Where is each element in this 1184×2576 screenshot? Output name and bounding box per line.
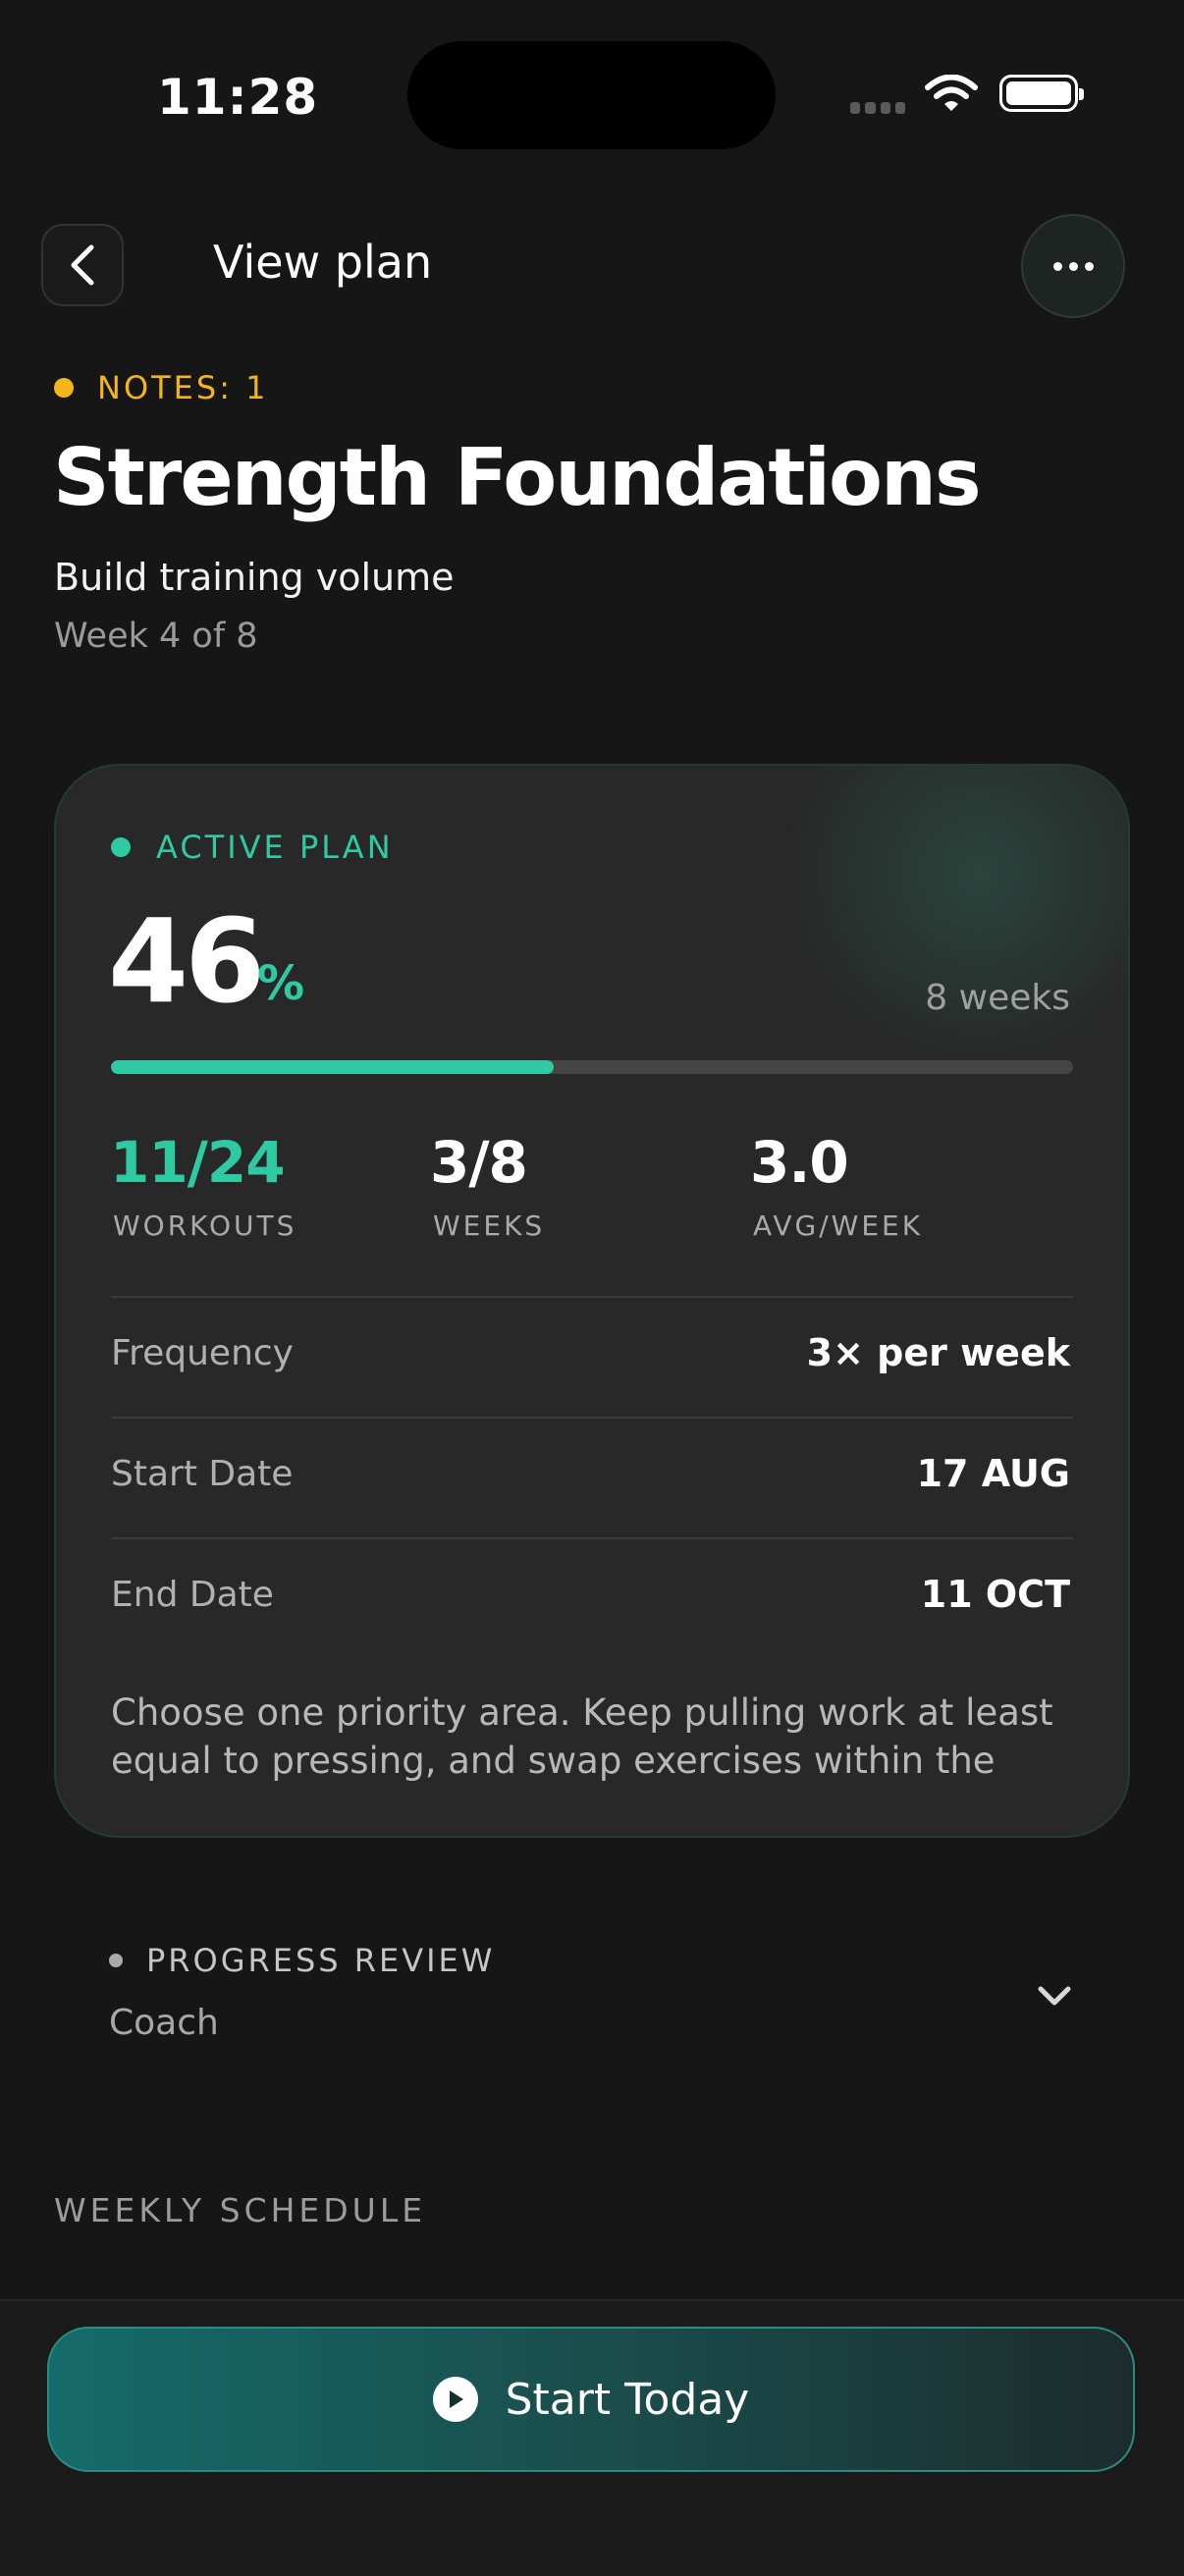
progress-percent: 46 [108, 893, 265, 1029]
more-options-button[interactable] [1021, 214, 1125, 318]
status-label: ACTIVE PLAN [156, 829, 394, 866]
notes-label: NOTES: 1 [97, 369, 269, 406]
end-date-value: 11 OCT [920, 1573, 1070, 1616]
review-title: PROGRESS REVIEW [146, 1942, 496, 1979]
plan-duration: 8 weeks [925, 978, 1070, 1018]
chevron-left-icon [71, 244, 94, 286]
page-title: View plan [213, 236, 433, 289]
start-date-label: Start Date [111, 1454, 294, 1494]
stat-weeks-label: WEEKS [433, 1209, 546, 1242]
end-date-label: End Date [111, 1575, 274, 1615]
play-icon [432, 2377, 478, 2422]
stat-avg-value: 3.0 [750, 1129, 849, 1196]
divider [111, 1537, 1073, 1539]
more-icon-dot [1084, 261, 1094, 271]
status-badge: ACTIVE PLAN [111, 829, 394, 866]
progress-review-header[interactable]: PROGRESS REVIEW [109, 1942, 495, 1979]
wifi-icon [925, 75, 978, 111]
plan-subtitle: Build training volume [54, 556, 455, 599]
chevron-down-icon[interactable] [1035, 1981, 1074, 2011]
active-dot-icon [111, 837, 131, 857]
divider [111, 1417, 1073, 1419]
plan-week: Week 4 of 8 [54, 617, 258, 656]
more-icon-dot [1068, 261, 1078, 271]
start-today-button[interactable]: Start Today [47, 2327, 1135, 2472]
plan-description: Choose one priority area. Keep pulling w… [111, 1691, 1053, 1782]
plan-title: Strength Foundations [53, 432, 982, 523]
more-icon-dot [1052, 261, 1062, 271]
status-time: 11:28 [157, 69, 319, 126]
frequency-label: Frequency [111, 1333, 294, 1373]
start-today-label: Start Today [505, 2374, 750, 2425]
stat-weeks-value: 3/8 [430, 1129, 528, 1196]
review-author: Coach [109, 2003, 219, 2043]
weekly-schedule-heading: WEEKLY SCHEDULE [54, 2191, 427, 2229]
frequency-value: 3× per week [806, 1331, 1070, 1374]
divider [111, 1296, 1073, 1298]
stat-workouts-label: WORKOUTS [113, 1209, 297, 1242]
notes-indicator[interactable]: NOTES: 1 [54, 369, 269, 406]
review-dot-icon [109, 1954, 123, 1967]
stat-avg-label: AVG/WEEK [753, 1209, 924, 1242]
start-date-value: 17 AUG [916, 1452, 1070, 1495]
progress-bar-fill [111, 1060, 554, 1074]
notes-dot-icon [54, 378, 74, 398]
cellular-signal-icon [850, 102, 905, 114]
progress-unit: % [257, 956, 305, 1011]
battery-icon [999, 75, 1084, 112]
stat-workouts-value: 11/24 [110, 1129, 286, 1196]
dynamic-island [407, 41, 776, 149]
progress-bar [111, 1060, 1073, 1074]
back-button[interactable] [41, 224, 124, 306]
